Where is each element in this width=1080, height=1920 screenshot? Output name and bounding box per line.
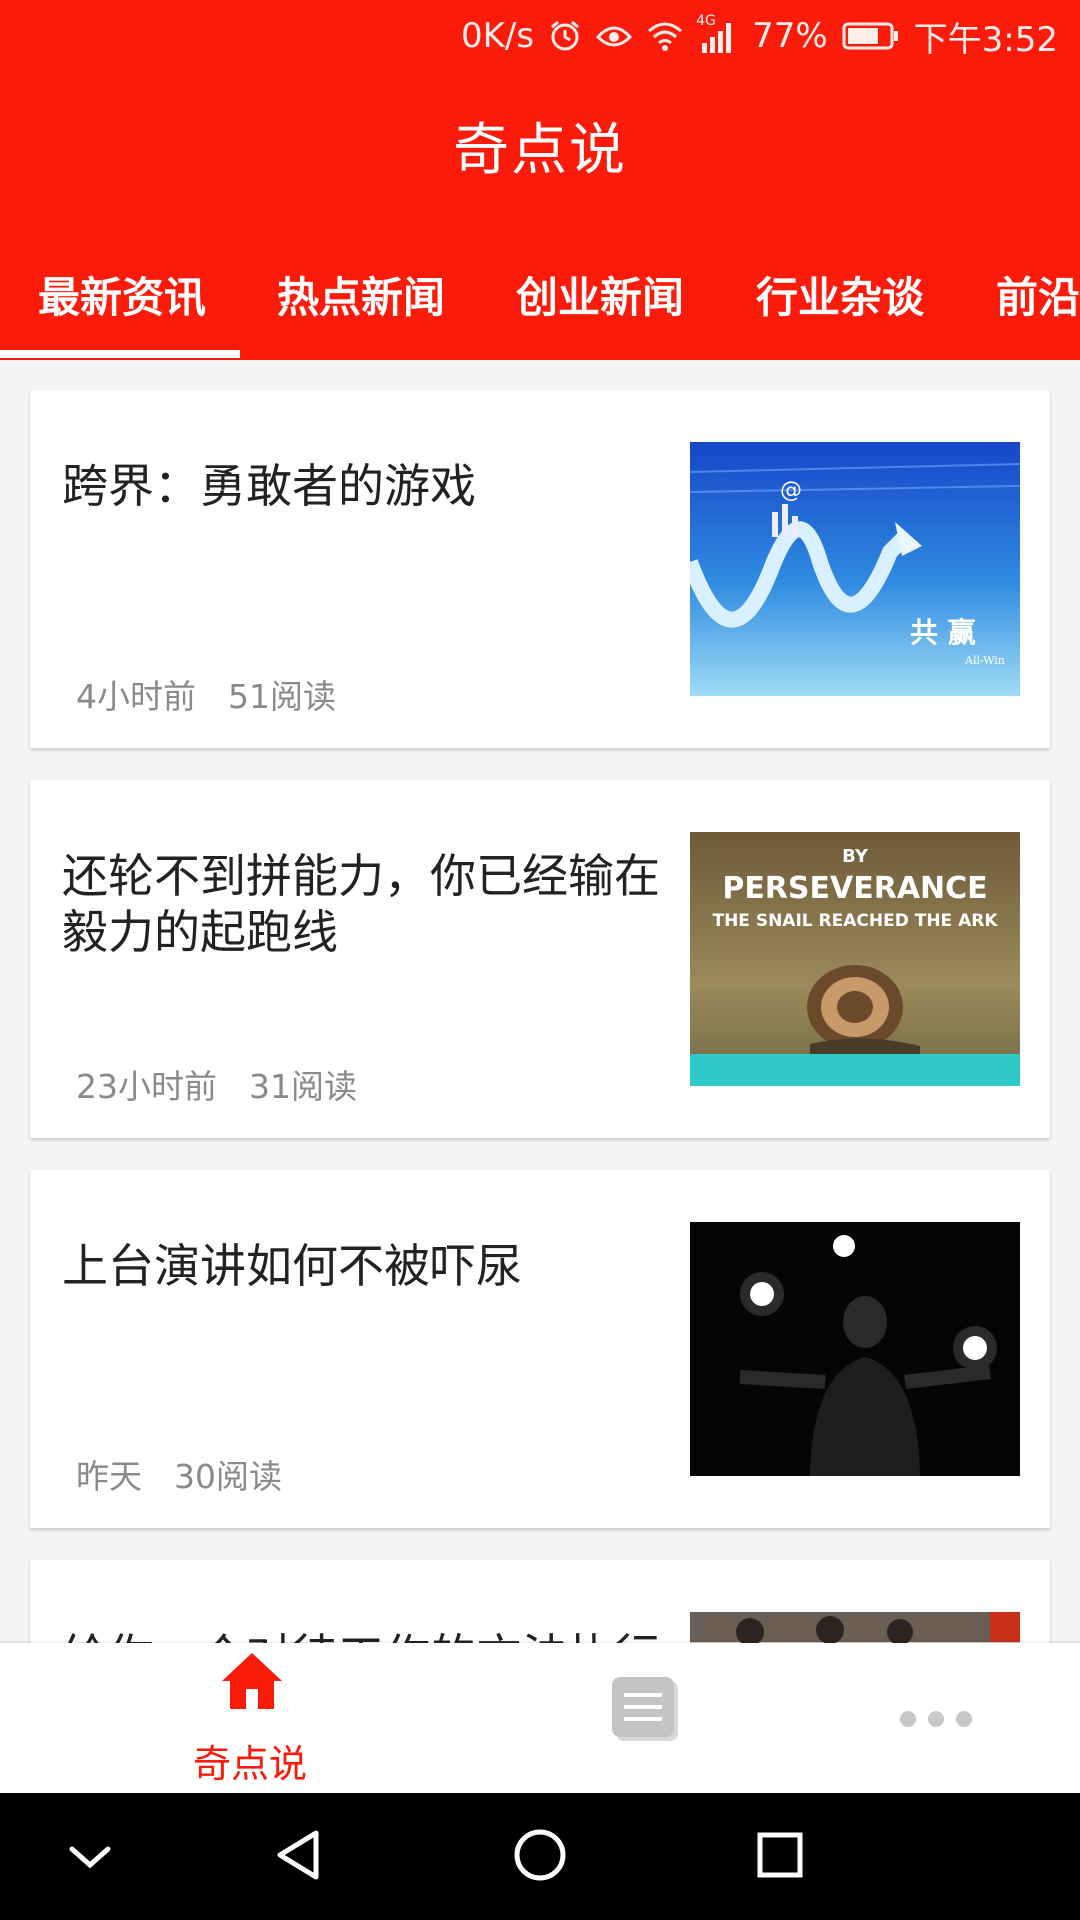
article-reads: 51阅读 [228,677,336,716]
bottom-nav: 奇点说 [0,1643,1080,1793]
signal-icon: 4G [696,13,738,53]
article-title[interactable]: 还轮不到拼能力，你已经输在毅力的起跑线 [62,848,662,960]
article-title[interactable]: 上台演讲如何不被吓尿 [62,1238,662,1294]
thumb-label-small: All-Win [964,654,1005,667]
net-speed: 0K/s [460,16,535,56]
article-thumbnail[interactable]: @ 共 赢 All-Win [690,442,1020,696]
article-thumbnail[interactable]: BY PERSEVERANCE THE SNAIL REACHED THE AR… [690,832,1020,1086]
article-meta: 4小时前 51阅读 [76,670,336,718]
alarm-icon [548,19,582,53]
article-reads: 30阅读 [174,1457,282,1496]
article-thumbnail[interactable] [690,1222,1020,1476]
home-circle-icon[interactable] [500,1815,580,1895]
article-card[interactable]: 还轮不到拼能力，你已经输在毅力的起跑线 23小时前 31阅读 BY PERSEVE… [30,780,1050,1138]
page-title: 奇点说 [453,118,627,183]
recents-icon[interactable] [740,1815,820,1895]
thumb-line3: THE SNAIL REACHED THE ARK [712,911,998,931]
battery-icon [842,21,900,51]
article-meta: 昨天 30阅读 [76,1450,282,1498]
tab-frontier[interactable]: 前沿 [996,264,1080,325]
category-tabs: 最新资讯 热点新闻 创业新闻 行业杂谈 前沿 [0,250,1080,360]
article-card[interactable]: 跨界：勇敢者的游戏 4小时前 51阅读 @ 共 赢 All-Win [30,390,1050,748]
article-card[interactable]: 上台演讲如何不被吓尿 昨天 30阅读 [30,1170,1050,1528]
article-time: 23小时前 [76,1067,217,1106]
svg-text:@: @ [780,478,802,503]
article-reads: 31阅读 [249,1067,357,1106]
eye-icon [596,21,633,51]
article-title[interactable]: 跨界：勇敢者的游戏 [62,458,662,514]
clock: 下午3:52 [913,19,1058,60]
nav-home-label: 奇点说 [192,1742,307,1786]
thumb-line1: BY [842,846,869,867]
more-icon [898,1709,974,1733]
nav-more[interactable] [850,1643,1020,1793]
thumb-label-big: 共 赢 [910,616,976,649]
nav-home[interactable]: 奇点说 [150,1643,350,1793]
status-bar: 0K/s 4G 77% 下午3:52 [0,0,1080,74]
back-icon[interactable] [260,1815,340,1895]
app-header: 0K/s 4G 77% 下午3:52 奇点说 最新资讯 热点新闻 创业新闻 行业… [0,0,1080,360]
tab-hot[interactable]: 热点新闻 [277,264,445,325]
tab-latest[interactable]: 最新资讯 [38,264,206,325]
status-icons: 0K/s 4G 77% 下午3:52 [460,13,1058,60]
tab-industry[interactable]: 行业杂谈 [756,264,924,325]
article-time: 4小时前 [76,677,196,716]
system-nav-bar [0,1793,1080,1920]
news-icon [610,1677,684,1747]
wifi-icon [646,20,684,52]
home-icon [220,1651,284,1715]
tab-indicator [0,350,240,358]
battery-percent: 77% [752,16,828,56]
tab-startup[interactable]: 创业新闻 [516,264,684,325]
article-meta: 23小时前 31阅读 [76,1060,357,1108]
network-type: 4G [696,13,716,29]
nav-news[interactable] [560,1643,740,1793]
article-time: 昨天 [76,1457,142,1496]
thumb-line2: PERSEVERANCE [722,871,987,906]
chevron-down-icon[interactable] [50,1815,130,1895]
